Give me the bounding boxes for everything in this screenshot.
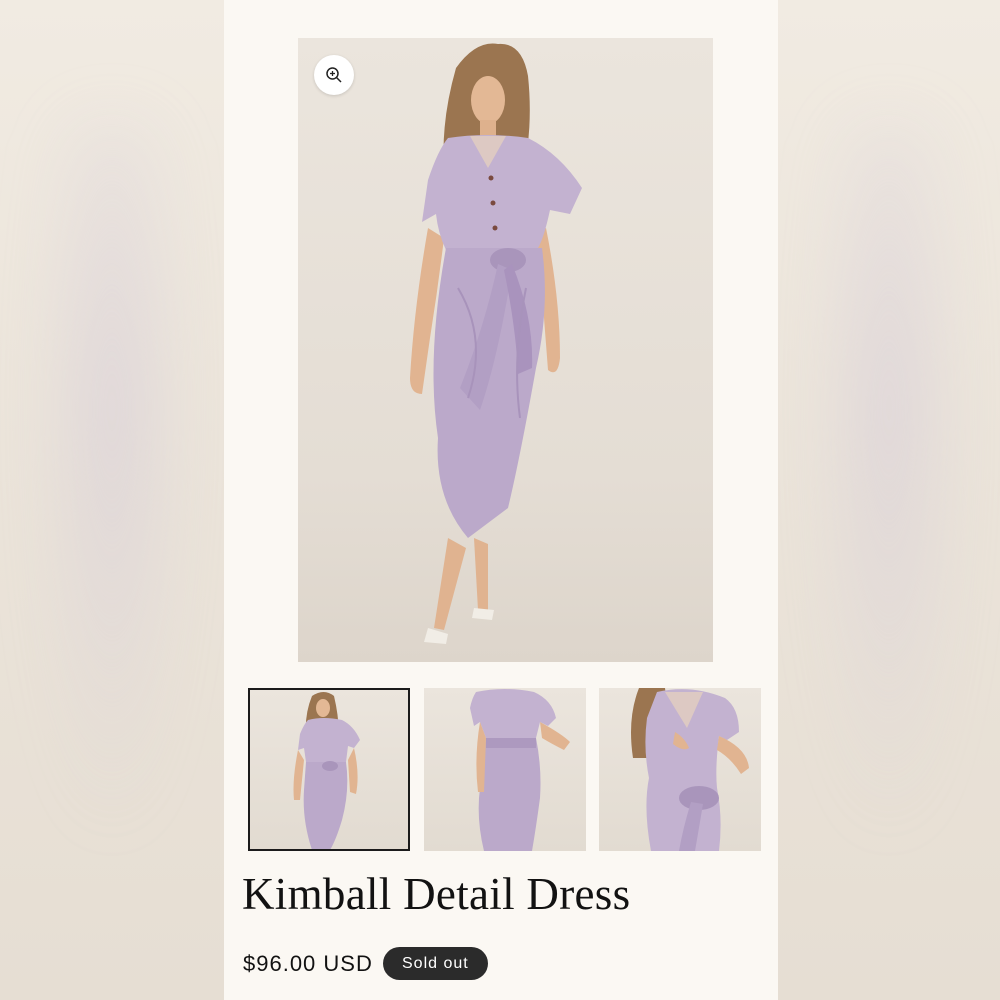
product-price: $96.00 USD [243,951,373,976]
main-product-image[interactable] [298,38,713,662]
product-title: Kimball Detail Dress [242,869,631,919]
thumbnail-back-image [470,689,570,851]
thumbnail-strip [248,688,762,851]
zoom-in-icon [326,67,342,83]
model-photo [410,43,582,644]
thumbnail-detail[interactable] [599,688,761,851]
thumbnail-back[interactable] [424,688,586,851]
sold-out-badge: Sold out [383,947,488,980]
zoom-button[interactable] [314,55,354,95]
left-backdrop [0,0,224,1000]
thumbnail-detail-image [631,688,749,851]
thumbnail-front[interactable] [248,688,410,851]
right-backdrop [778,0,1000,1000]
thumbnail-front-image [293,692,360,849]
product-panel: Kimball Detail Dress $96.00 USD Sold out [224,0,778,1000]
